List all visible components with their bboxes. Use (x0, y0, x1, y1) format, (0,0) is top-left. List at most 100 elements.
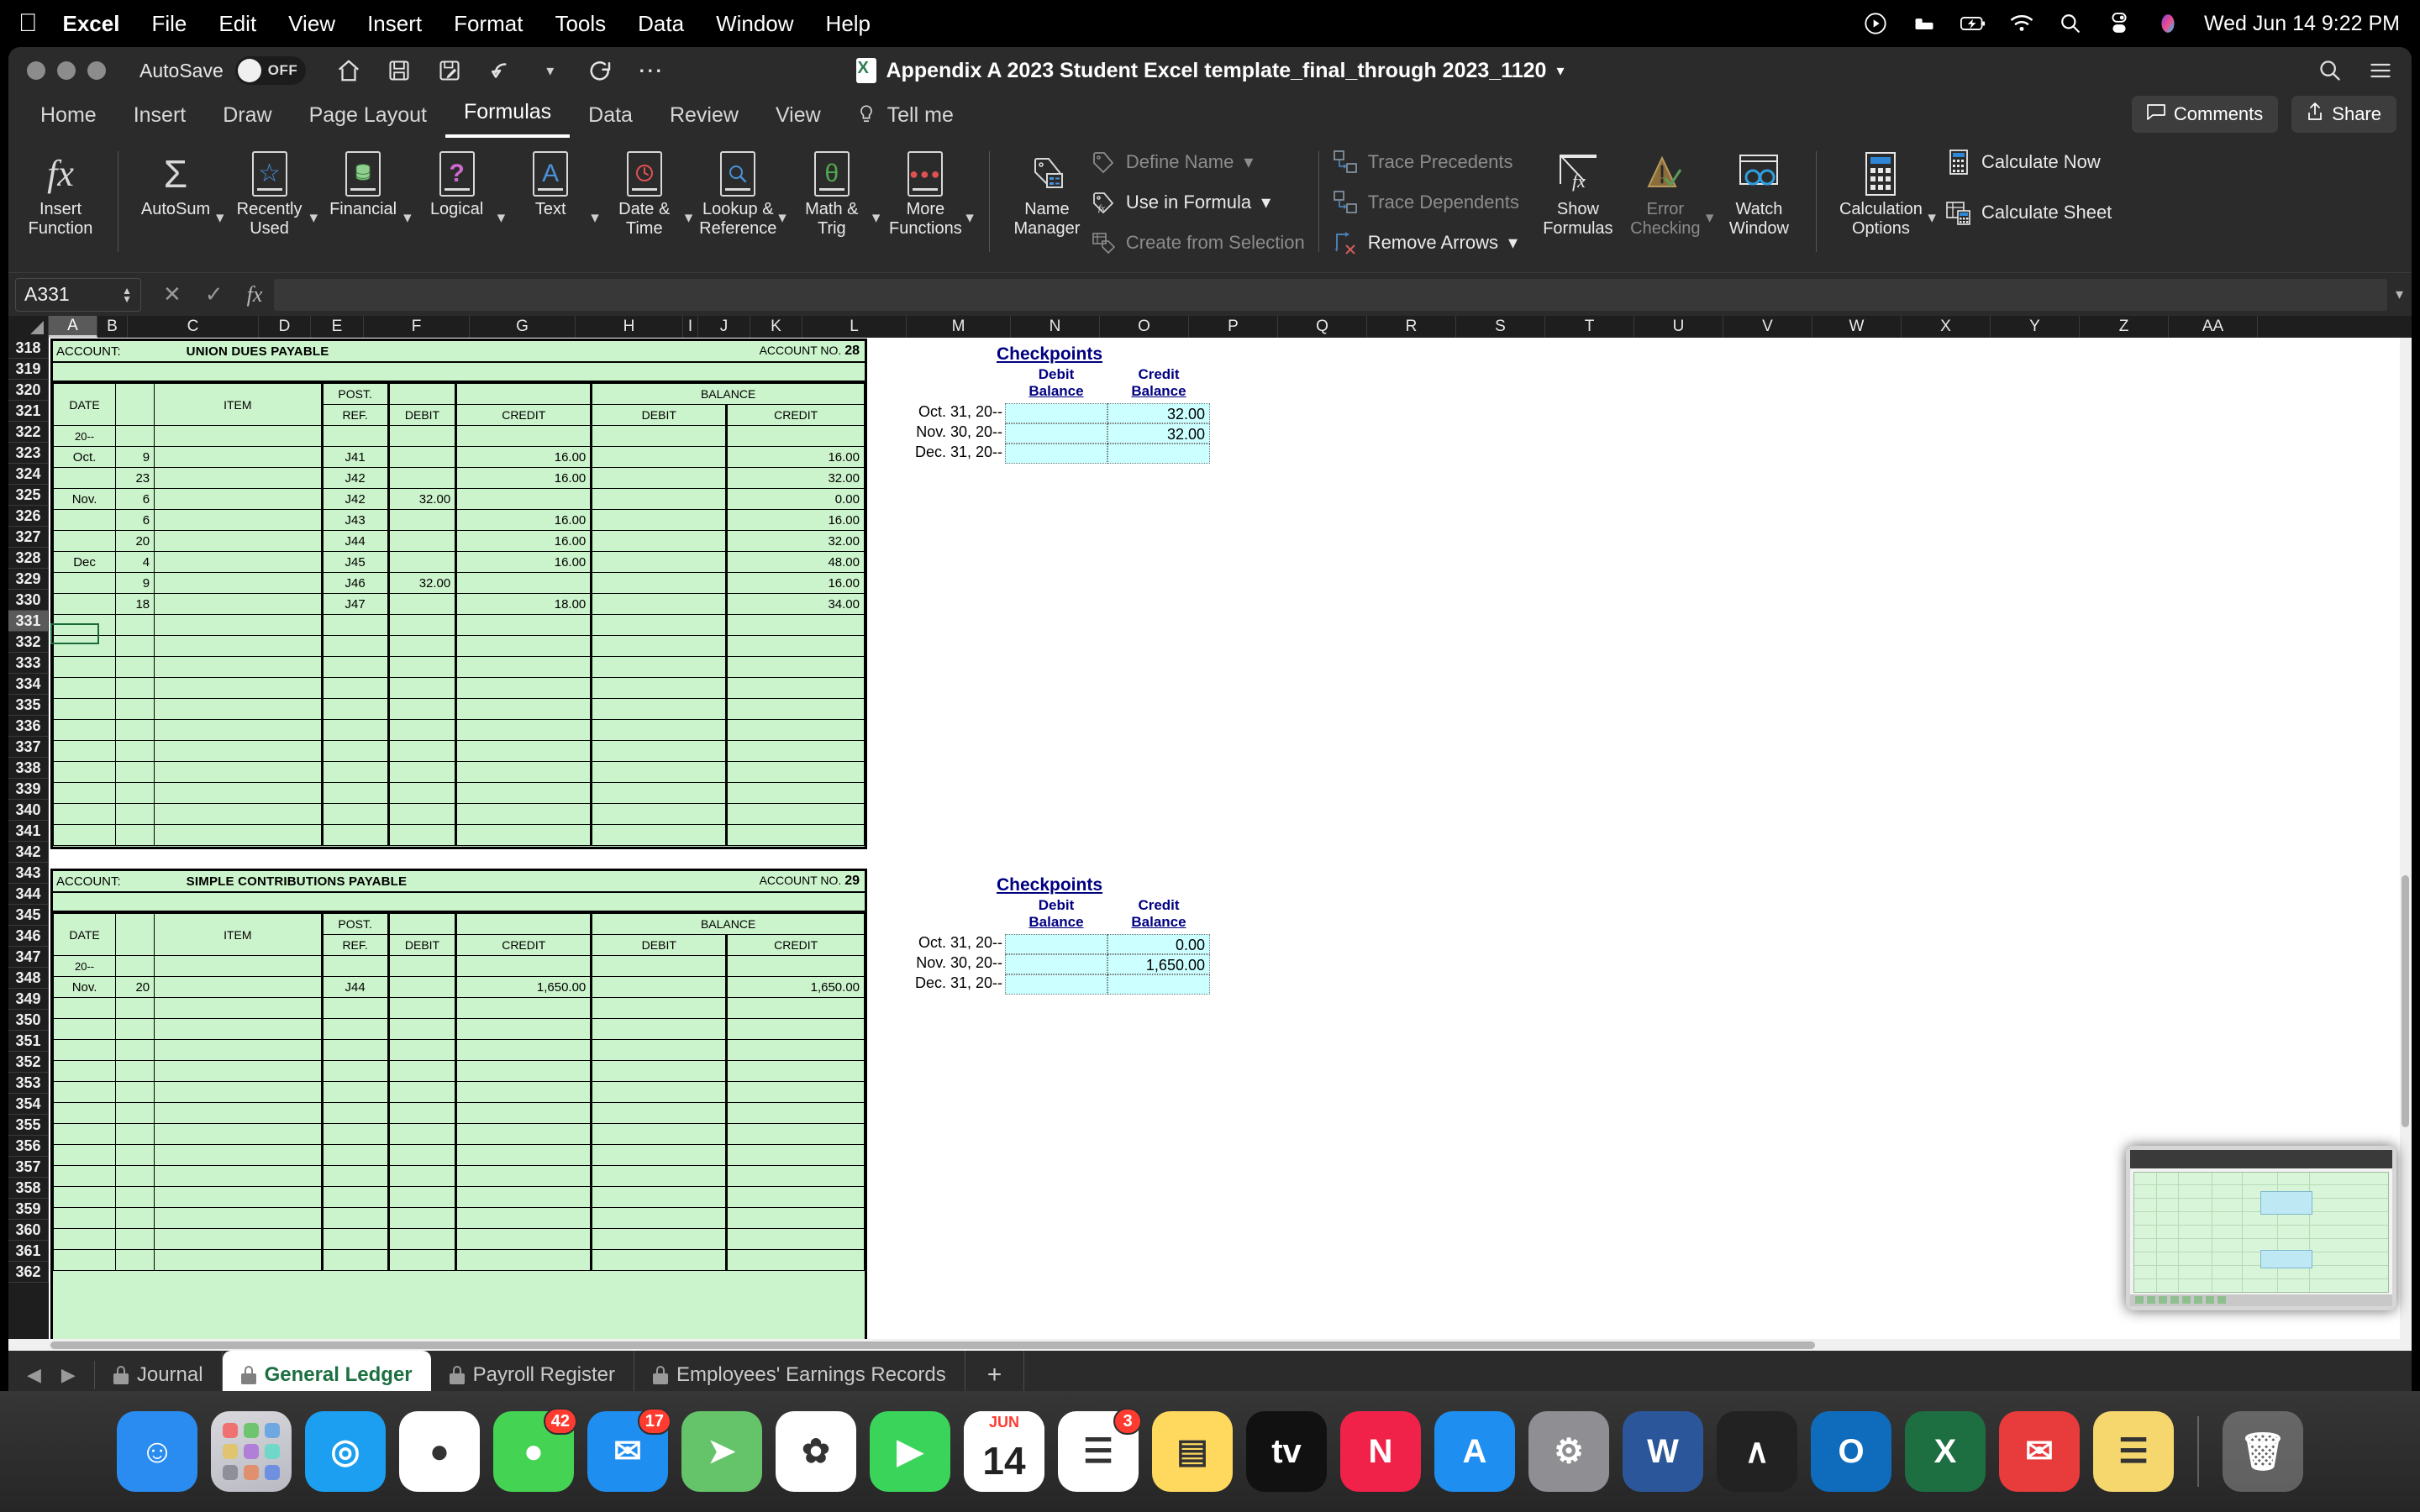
cell-item[interactable] (154, 530, 324, 552)
row-header-329[interactable]: 329 (8, 569, 49, 590)
cell-blank-7[interactable] (726, 1102, 865, 1124)
cell-blank-4[interactable] (387, 1228, 458, 1250)
cell-blank-4[interactable] (387, 1081, 458, 1103)
confirm-icon[interactable]: ✓ (205, 281, 224, 307)
cell-blank-3[interactable] (321, 1060, 390, 1082)
cell-balance-credit[interactable]: 16.00 (726, 509, 865, 531)
dock-item-word[interactable]: W (1623, 1411, 1703, 1492)
cell-blank-7[interactable] (726, 1207, 865, 1229)
cell-blank-2[interactable] (154, 1144, 324, 1166)
cell-blank-1[interactable] (115, 997, 155, 1019)
cell-debit[interactable] (387, 509, 458, 531)
menu-insert[interactable]: Insert (367, 11, 422, 37)
cell-blank-5[interactable] (455, 1249, 593, 1271)
cell-blank-5[interactable] (455, 1207, 593, 1229)
cell-blank-6[interactable] (591, 1249, 729, 1271)
cell-blank-7[interactable] (726, 656, 865, 678)
cell-blank-5[interactable] (455, 1165, 593, 1187)
cell-blank-4[interactable] (387, 1249, 458, 1271)
menu-edit[interactable]: Edit (218, 11, 256, 37)
cell-blank-2[interactable] (154, 1165, 324, 1187)
cell-day[interactable]: 6 (115, 488, 155, 510)
row-header-337[interactable]: 337 (8, 737, 49, 758)
cell-blank-5[interactable] (455, 1102, 593, 1124)
cell-bal-credit[interactable] (726, 955, 865, 977)
cell-debit[interactable] (387, 530, 458, 552)
cell-blank-3[interactable] (321, 761, 390, 783)
cell-debit[interactable] (387, 446, 458, 468)
dock-item-excel[interactable]: X (1905, 1411, 1986, 1492)
cell-blank-0[interactable] (52, 1207, 117, 1229)
cell-debit[interactable] (387, 976, 458, 998)
bed-icon[interactable] (1912, 11, 1937, 36)
autosum-button[interactable]: Σ AutoSum (132, 143, 219, 219)
cell-bal-credit[interactable] (726, 425, 865, 447)
cell-blank-6[interactable] (591, 782, 729, 804)
cell-blank-6[interactable] (591, 1018, 729, 1040)
sheet-tab-payroll-register[interactable]: Payroll Register (431, 1351, 635, 1391)
cell-credit[interactable]: 18.00 (455, 593, 593, 615)
more-functions-button[interactable]: ●●● More Functions (881, 143, 969, 239)
cell-item[interactable] (154, 488, 324, 510)
cell-blank-3[interactable] (321, 698, 390, 720)
cell-balance-credit[interactable]: 0.00 (726, 488, 865, 510)
row-header-339[interactable]: 339 (8, 779, 49, 800)
cell-blank-3[interactable] (321, 1039, 390, 1061)
checkpoint-debit-cell[interactable] (1005, 423, 1107, 444)
row-header-347[interactable]: 347 (8, 947, 49, 968)
cell-blank-5[interactable] (455, 1081, 593, 1103)
control-center-icon[interactable] (2107, 11, 2132, 36)
row-header-336[interactable]: 336 (8, 716, 49, 737)
share-button[interactable]: Share (2291, 96, 2396, 133)
checkpoint-credit-cell[interactable]: 32.00 (1107, 423, 1210, 444)
cell-day[interactable]: 20 (115, 976, 155, 998)
column-header-M[interactable]: M (907, 316, 1011, 338)
column-header-D[interactable]: D (259, 316, 311, 338)
checkpoint-credit-cell[interactable]: 1,650.00 (1107, 954, 1210, 974)
cell-blank-0[interactable] (52, 1249, 117, 1271)
cell-blank-4[interactable] (387, 1018, 458, 1040)
dock-item-news[interactable]: N (1340, 1411, 1421, 1492)
cell-item[interactable] (154, 509, 324, 531)
checkpoint-credit-cell[interactable] (1107, 974, 1210, 995)
battery-charging-icon[interactable] (1960, 11, 1986, 36)
dock-item-mail2[interactable]: ✉ (1999, 1411, 2080, 1492)
cell-blank-3[interactable] (321, 719, 390, 741)
cell-blank-3[interactable] (321, 824, 390, 846)
watch-window-button[interactable]: Watch Window (1715, 143, 1802, 239)
cell-day[interactable] (115, 425, 155, 447)
cell-month[interactable] (52, 509, 117, 531)
cell-blank-0[interactable] (52, 698, 117, 720)
lookup-reference-chevron-down-icon[interactable]: ▾ (778, 208, 786, 228)
siri-icon[interactable] (2155, 11, 2181, 36)
cell-blank-1[interactable] (115, 1123, 155, 1145)
cell-blank-7[interactable] (726, 1039, 865, 1061)
cell-blank-5[interactable] (455, 719, 593, 741)
row-header-359[interactable]: 359 (8, 1199, 49, 1220)
cell-credit[interactable]: 16.00 (455, 509, 593, 531)
dock-item-stickies[interactable]: ☰ (2093, 1411, 2174, 1492)
name-box[interactable]: A331 ▲ ▼ (15, 277, 141, 312)
cell-blank-4[interactable] (387, 656, 458, 678)
column-header-Y[interactable]: Y (1991, 316, 2080, 338)
save-as-icon[interactable] (435, 56, 464, 85)
checkpoint-debit-cell[interactable] (1005, 403, 1107, 423)
dock-item-safari[interactable]: ◎ (305, 1411, 386, 1492)
cell-blank-0[interactable] (52, 1018, 117, 1040)
cell-credit[interactable]: 16.00 (455, 467, 593, 489)
cell-blank-6[interactable] (591, 1165, 729, 1187)
cell-blank-6[interactable] (591, 719, 729, 741)
define-name-chevron-down-icon[interactable]: ▾ (1244, 151, 1253, 173)
cell-blank-7[interactable] (726, 698, 865, 720)
cell-blank-1[interactable] (115, 761, 155, 783)
cell-blank-0[interactable] (52, 719, 117, 741)
row-header-355[interactable]: 355 (8, 1115, 49, 1136)
column-header-V[interactable]: V (1723, 316, 1812, 338)
cell-balance-credit[interactable]: 32.00 (726, 530, 865, 552)
dock-item-facetime[interactable]: ▶ (870, 1411, 950, 1492)
cell-blank-4[interactable] (387, 1123, 458, 1145)
cell-debit[interactable]: 32.00 (387, 572, 458, 594)
cell-blank-3[interactable] (321, 1186, 390, 1208)
cell-blank-6[interactable] (591, 740, 729, 762)
row-header-343[interactable]: 343 (8, 863, 49, 884)
